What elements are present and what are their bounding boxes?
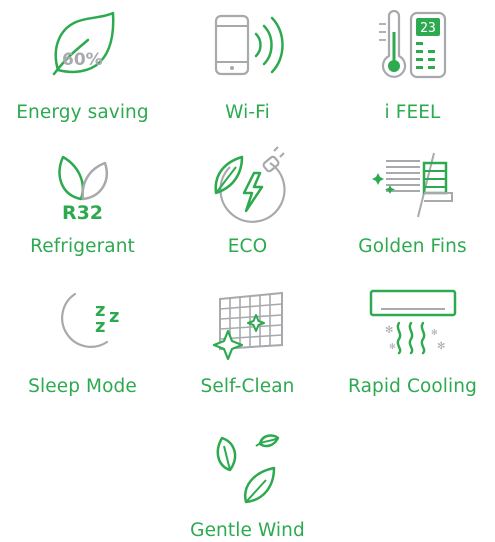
feature-label: ECO: [227, 236, 268, 257]
feature-wifi: Wi-Fi: [165, 0, 330, 130]
feature-sleep-mode: z z z Sleep Mode: [0, 280, 165, 410]
moon-zzz-icon: z z z: [0, 286, 165, 356]
svg-text:✻: ✻: [437, 341, 445, 352]
feature-label: Rapid Cooling: [348, 376, 477, 397]
leaves-icon: [0, 150, 165, 206]
leaves-wind-icon: [165, 428, 330, 508]
thermometer-remote-icon: 23: [330, 9, 495, 80]
feature-self-clean: Self-Clean: [165, 280, 330, 410]
feature-refrigerant: R32 Refrigerant: [0, 140, 165, 270]
feature-rapid-cooling: ✻ ✻ ✻ ✻ Rapid Cooling: [330, 280, 495, 410]
feature-label: Self-Clean: [200, 376, 295, 397]
feature-ifeel: 23 i FEEL: [330, 0, 495, 130]
feature-gentle-wind: Gentle Wind: [165, 420, 330, 542]
grid-sparkle-icon: [165, 284, 330, 361]
feature-label: Gentle Wind: [190, 520, 305, 541]
feature-energy-saving: 60% Energy saving: [0, 0, 165, 130]
svg-text:✻: ✻: [431, 328, 438, 337]
feature-label: i FEEL: [384, 102, 441, 123]
svg-text:z: z: [95, 316, 105, 337]
fins-icon: [330, 148, 495, 224]
r32-badge: R32: [61, 202, 104, 224]
leaf-percent-icon: 60%: [0, 8, 165, 78]
ac-unit-icon: ✻ ✻ ✻ ✻: [330, 286, 495, 358]
eco-plug-icon: [165, 146, 330, 226]
feature-label: Sleep Mode: [28, 376, 137, 397]
phone-signal-icon: [165, 10, 330, 80]
svg-text:✻: ✻: [385, 325, 393, 336]
feature-label: Golden Fins: [358, 236, 467, 257]
energy-badge: 60%: [62, 50, 103, 70]
svg-text:z: z: [109, 306, 119, 327]
feature-eco: ECO: [165, 140, 330, 270]
feature-label: Wi-Fi: [225, 102, 270, 123]
feature-label: Refrigerant: [30, 236, 135, 257]
feature-label: Energy saving: [16, 102, 149, 123]
feature-golden-fins: Golden Fins: [330, 140, 495, 270]
svg-text:✻: ✻: [389, 342, 396, 351]
remote-display: 23: [420, 21, 436, 36]
